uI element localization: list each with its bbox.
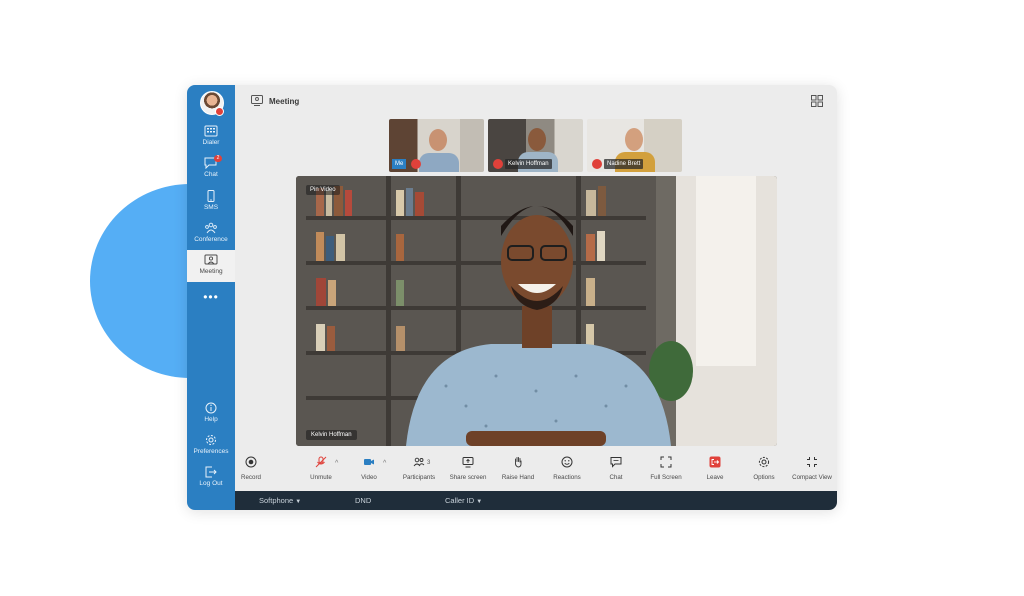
- sidebar-item-label: SMS: [203, 204, 219, 211]
- dialer-icon: [204, 125, 218, 137]
- chat-badge: 2: [214, 155, 222, 162]
- meeting-icon: [251, 95, 263, 106]
- smiley-icon: [561, 456, 573, 468]
- sidebar-item-logout[interactable]: Log Out: [187, 462, 235, 494]
- participants-count: 3: [427, 460, 431, 466]
- sms-icon: [207, 190, 215, 202]
- full-screen-button[interactable]: Full Screen: [644, 456, 688, 481]
- reactions-label: Reactions: [553, 474, 581, 481]
- sidebar-item-sms[interactable]: SMS: [187, 186, 235, 218]
- conference-icon: [205, 222, 217, 234]
- unmute-options-chevron-icon[interactable]: ^: [335, 460, 338, 467]
- chevron-down-icon: ▼: [295, 499, 302, 505]
- participants-icon: [413, 457, 425, 467]
- options-label: Options: [753, 474, 775, 481]
- sidebar-item-preferences[interactable]: Preferences: [187, 430, 235, 462]
- sidebar-item-label: Dialer: [202, 139, 220, 146]
- sidebar-item-label: Log Out: [199, 480, 223, 487]
- sidebar-item-dialer[interactable]: Dialer: [187, 121, 235, 153]
- grid-layout-icon[interactable]: [811, 95, 823, 107]
- chat-icon: [610, 457, 622, 468]
- sidebar-item-label: Meeting: [199, 268, 223, 275]
- raise-hand-label: Raise Hand: [501, 474, 535, 481]
- participant-name: Kelvin Hoffman: [505, 159, 552, 169]
- participant-thumbnail[interactable]: Nadine Brett: [587, 119, 682, 172]
- sidebar-item-label: Conference: [194, 236, 228, 243]
- video-options-chevron-icon[interactable]: ^: [383, 460, 386, 467]
- fullscreen-icon: [660, 456, 672, 468]
- sidebar-item-label: Preferences: [193, 448, 229, 455]
- dnd-toggle[interactable]: DND: [355, 496, 371, 505]
- camera-icon: [364, 459, 374, 465]
- share-screen-button[interactable]: Share screen: [446, 456, 490, 481]
- leave-button[interactable]: Leave: [693, 456, 737, 481]
- participant-thumbnail[interactable]: Kelvin Hoffman: [488, 119, 583, 172]
- softphone-dropdown[interactable]: Softphone ▼: [259, 496, 301, 505]
- caller-id-dropdown[interactable]: Caller ID ▼: [445, 496, 482, 505]
- leave-icon: [709, 456, 721, 468]
- me-tag: Me: [392, 159, 407, 169]
- caller-id-label: Caller ID: [445, 496, 475, 505]
- participant-thumbnail-me[interactable]: Me: [389, 119, 484, 172]
- app-window: Dialer 2 Chat SMS Conference Meeting •••…: [187, 85, 837, 510]
- page-title: Meeting: [269, 97, 300, 106]
- speaker-video-frame: [296, 176, 777, 446]
- participants-button[interactable]: Participants: [397, 456, 441, 481]
- pin-video-button[interactable]: Pin Video: [306, 185, 340, 195]
- record-button[interactable]: Record: [229, 456, 273, 481]
- sidebar-item-conference[interactable]: Conference: [187, 218, 235, 250]
- share-screen-icon: [462, 457, 474, 468]
- full-screen-label: Full Screen: [650, 474, 682, 481]
- video-label: Video: [361, 474, 377, 481]
- softphone-label: Softphone: [259, 496, 294, 505]
- sidebar-item-label: Chat: [204, 171, 218, 178]
- mic-off-icon: [592, 159, 602, 169]
- help-icon: [205, 402, 217, 414]
- mic-off-icon: [411, 159, 421, 169]
- gear-icon: [758, 456, 770, 468]
- speaker-name-label: Kelvin Hoffman: [306, 430, 357, 440]
- presence-status-dot: [215, 107, 224, 116]
- participants-label: Participants: [402, 474, 436, 481]
- chevron-down-icon: ▼: [476, 499, 483, 505]
- compact-view-icon: [807, 457, 817, 467]
- share-screen-label: Share screen: [449, 474, 487, 481]
- meeting-icon: [204, 254, 218, 265]
- sidebar: Dialer 2 Chat SMS Conference Meeting •••…: [187, 85, 235, 510]
- record-icon: [245, 456, 257, 468]
- chat-label: Chat: [609, 474, 623, 481]
- logout-icon: [205, 466, 217, 478]
- participant-name: Nadine Brett: [604, 159, 644, 169]
- hand-icon: [514, 457, 522, 468]
- raise-hand-button[interactable]: Raise Hand: [496, 456, 540, 481]
- gear-icon: [206, 435, 216, 445]
- sidebar-item-label: Help: [204, 416, 218, 423]
- main-video[interactable]: Pin Video Kelvin Hoffman: [296, 176, 777, 446]
- leave-label: Leave: [706, 474, 724, 481]
- compact-view-label: Compact View: [792, 474, 832, 481]
- mic-off-icon: [315, 456, 327, 468]
- chat-button[interactable]: Chat: [594, 456, 638, 481]
- options-button[interactable]: Options: [742, 456, 786, 481]
- sidebar-item-chat[interactable]: 2 Chat: [187, 153, 235, 185]
- reactions-button[interactable]: Reactions: [545, 456, 589, 481]
- sidebar-item-meeting[interactable]: Meeting: [187, 250, 235, 282]
- record-label: Record: [241, 474, 261, 481]
- sidebar-item-help[interactable]: Help: [187, 398, 235, 430]
- compact-view-button[interactable]: Compact View: [790, 456, 834, 481]
- mic-off-icon: [493, 159, 503, 169]
- status-bar: Softphone ▼ DND Caller ID ▼: [235, 491, 837, 510]
- more-menu-icon[interactable]: •••: [187, 290, 235, 304]
- unmute-label: Unmute: [310, 474, 332, 481]
